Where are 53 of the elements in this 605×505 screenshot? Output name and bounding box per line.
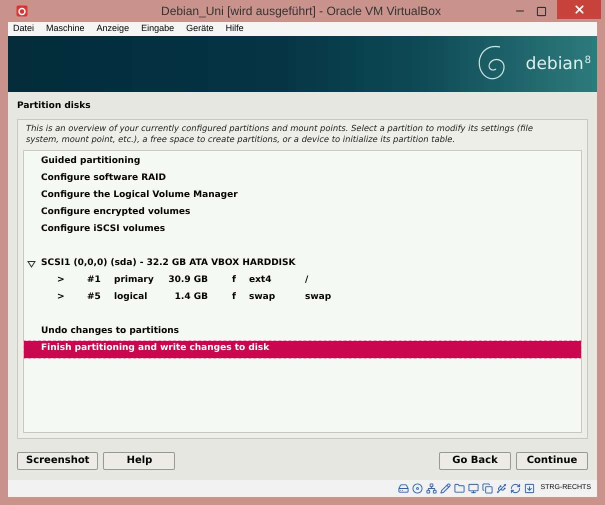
hard-drive-icon[interactable]	[398, 483, 410, 494]
footer-button[interactable]: Help	[103, 452, 176, 470]
maximize-icon[interactable]	[536, 6, 547, 16]
page-title: Partition disks	[16, 100, 92, 113]
usb-icon[interactable]	[496, 483, 508, 494]
mount-point: /	[305, 274, 308, 288]
flag-label: f	[232, 291, 237, 304]
footer-button[interactable]: Go Back	[439, 452, 511, 470]
expanded-triangle-icon[interactable]	[27, 260, 36, 268]
app-logo-icon	[16, 5, 28, 17]
expand-marker: >	[57, 274, 66, 288]
filesystem-label: ext4	[249, 274, 272, 288]
window-title: Debian_Uni [wird ausgeführt] - Oracle VM VirtualBox	[161, 3, 441, 20]
refresh-icon[interactable]	[510, 483, 522, 494]
version-number: 8	[584, 56, 591, 66]
partition-row[interactable]: > #1 primary 30.9 GB f ext4 /	[24, 272, 581, 290]
network-icon[interactable]	[426, 483, 438, 494]
partition-size: 30.9 GB	[167, 274, 208, 288]
menu-item[interactable]: Hilfe	[226, 22, 244, 36]
expand-marker: >	[57, 291, 66, 304]
menu-option[interactable]: Configure iSCSI volumes	[24, 222, 581, 238]
menu-option[interactable]: Guided partitioning	[24, 154, 581, 170]
partition-type: primary	[114, 274, 155, 288]
partition-number: #5	[87, 291, 102, 304]
menu-option[interactable]: Configure software RAID	[24, 170, 581, 188]
folder-icon[interactable]	[454, 483, 466, 494]
partition-type: logical	[114, 291, 148, 304]
menu-item[interactable]: Eingabe	[141, 22, 174, 36]
disc-icon[interactable]	[412, 483, 424, 494]
arrow-down-icon[interactable]	[524, 483, 536, 494]
menu-option[interactable]: Configure encrypted volumes	[24, 204, 581, 222]
menu-item[interactable]: Datei	[13, 22, 34, 36]
menu-item[interactable]: Maschine	[46, 22, 85, 36]
menu-option[interactable]: Undo changes to partitions	[24, 324, 581, 340]
filesystem-label: swap	[249, 291, 276, 304]
mount-point: swap	[305, 291, 332, 304]
monitor-icon[interactable]	[468, 483, 480, 494]
partition-number: #1	[87, 274, 102, 288]
description-text: This is an overview of your currently configured partitions and mount points. Select a partition to modify its settings (file system, mount point, etc.), a free space to create partitions, or a device to initialize its partition table.	[25, 122, 534, 144]
close-icon	[572, 3, 586, 16]
menu-option[interactable]: Finish partitioning and write changes to disk	[24, 340, 581, 358]
close-button[interactable]	[557, 0, 601, 19]
partition-size: 1.4 GB	[174, 291, 208, 304]
footer-button[interactable]: Screenshot	[17, 452, 98, 470]
menu-item[interactable]: Geräte	[186, 22, 214, 36]
debian-wordmark: debian	[526, 56, 584, 72]
pencil-icon[interactable]	[440, 483, 452, 494]
disk-entry[interactable]: SCSI1 (0,0,0) (sda) - 32.2 GB ATA VBOX HARDDISK	[41, 257, 296, 271]
menu-option[interactable]: Configure the Logical Volume Manager	[24, 188, 581, 204]
footer-button[interactable]: Continue	[516, 452, 588, 470]
menu-item[interactable]: Anzeige	[96, 22, 130, 36]
flag-label: f	[232, 274, 237, 288]
partition-row[interactable]: > #5 logical 1.4 GB f swap swap	[24, 290, 581, 306]
